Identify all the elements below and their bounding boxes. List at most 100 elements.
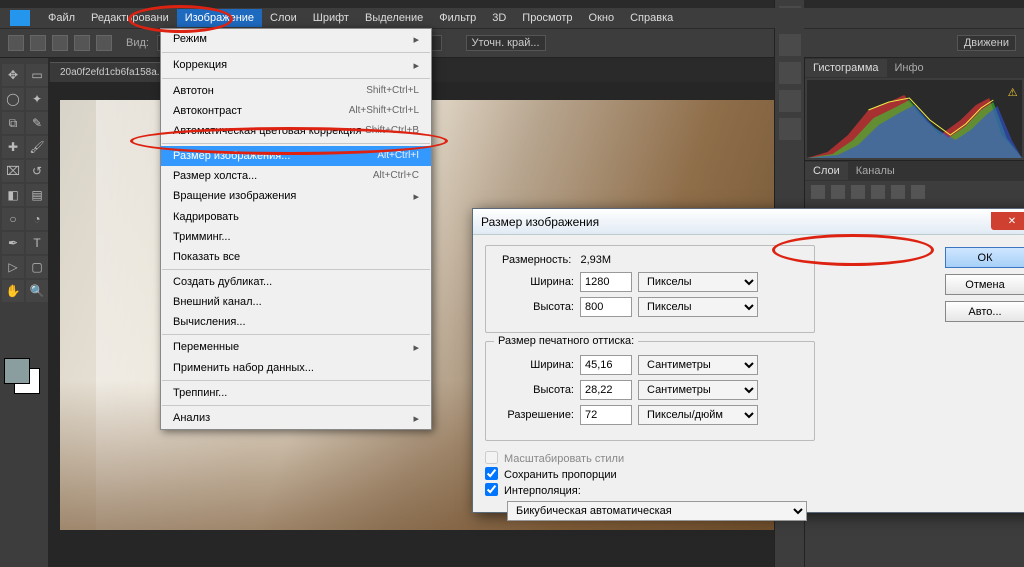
pen-tool[interactable]: ✒ <box>2 232 24 254</box>
image-size-dialog: Размер изображения ✕ Размерность: 2,93M … <box>472 208 1024 513</box>
tab-histogram[interactable]: Гистограмма <box>805 59 887 77</box>
close-icon[interactable]: ✕ <box>991 212 1024 230</box>
menu-item[interactable]: Переменные <box>161 337 431 358</box>
px-width-unit[interactable]: Пикселы <box>638 272 758 292</box>
ok-button[interactable]: ОК <box>945 247 1024 268</box>
svg-text:⚠: ⚠ <box>1008 87 1018 99</box>
wand-tool[interactable]: ✦ <box>26 88 48 110</box>
history-brush-tool[interactable]: ↺ <box>26 160 48 182</box>
tab-channels[interactable]: Каналы <box>848 162 903 180</box>
eraser-tool[interactable]: ◧ <box>2 184 24 206</box>
menu-item[interactable]: Автоматическая цветовая коррекцияShift+C… <box>161 121 431 141</box>
menu-help[interactable]: Справка <box>622 9 681 27</box>
dimension-value: 2,93M <box>581 254 612 266</box>
menu-layers[interactable]: Слои <box>262 9 305 27</box>
menu-item[interactable]: Треппинг... <box>161 383 431 403</box>
menu-item[interactable]: Вычисления... <box>161 312 431 332</box>
menu-view[interactable]: Просмотр <box>514 9 580 27</box>
print-height-label: Высота: <box>496 384 574 396</box>
px-height-input[interactable] <box>580 297 632 317</box>
zoom-tool[interactable]: 🔍 <box>26 280 48 302</box>
menu-item[interactable]: Кадрировать <box>161 207 431 227</box>
menu-select[interactable]: Выделение <box>357 9 431 27</box>
stamp-tool[interactable]: ⌧ <box>2 160 24 182</box>
document-tab[interactable]: 20a0f2efd1cb6fa158a... <box>50 62 175 82</box>
menu-window[interactable]: Окно <box>581 9 623 27</box>
menu-item[interactable]: Коррекция <box>161 55 431 76</box>
menu-item[interactable]: АвтотонShift+Ctrl+L <box>161 81 431 101</box>
menu-type[interactable]: Шрифт <box>305 9 357 27</box>
print-width-unit[interactable]: Сантиметры <box>638 355 758 375</box>
lasso-tool[interactable]: ◯ <box>2 88 24 110</box>
properties-icon[interactable] <box>779 62 801 84</box>
gradient-tool[interactable]: ▤ <box>26 184 48 206</box>
interp-select[interactable]: Бикубическая автоматическая <box>507 501 807 521</box>
paragraph-icon[interactable] <box>779 118 801 140</box>
menu-item[interactable]: Показать все <box>161 247 431 267</box>
filter-smart-icon[interactable] <box>911 185 925 199</box>
brush-tool[interactable]: 🖌 <box>26 136 48 158</box>
heal-tool[interactable]: ✚ <box>2 136 24 158</box>
motion-button[interactable]: Движени <box>957 35 1016 51</box>
print-height-unit[interactable]: Сантиметры <box>638 380 758 400</box>
menu-item[interactable]: Размер холста...Alt+Ctrl+C <box>161 166 431 186</box>
eyedropper-tool[interactable]: ✎ <box>26 112 48 134</box>
tool-preset-icon[interactable] <box>8 35 24 51</box>
print-height-input[interactable] <box>580 380 632 400</box>
menu-filter[interactable]: Фильтр <box>431 9 484 27</box>
filter-adjust-icon[interactable] <box>851 185 865 199</box>
hand-tool[interactable]: ✋ <box>2 280 24 302</box>
auto-button[interactable]: Авто... <box>945 301 1024 322</box>
menu-item[interactable]: Размер изображения...Alt+Ctrl+I <box>161 146 431 166</box>
print-legend: Размер печатного оттиска: <box>494 335 638 347</box>
menu-item[interactable]: Внешний канал... <box>161 292 431 312</box>
px-height-label: Высота: <box>496 301 574 313</box>
tab-info[interactable]: Инфо <box>887 59 932 77</box>
filter-type-icon[interactable] <box>871 185 885 199</box>
resolution-unit[interactable]: Пикселы/дюйм <box>638 405 758 425</box>
fg-color-swatch[interactable] <box>4 358 30 384</box>
menu-3d[interactable]: 3D <box>484 9 514 27</box>
menu-item[interactable]: Тримминг... <box>161 227 431 247</box>
marquee-sub-icon[interactable] <box>74 35 90 51</box>
menu-file[interactable]: Файл <box>40 9 83 27</box>
tab-layers[interactable]: Слои <box>805 162 848 180</box>
cancel-button[interactable]: Отмена <box>945 274 1024 295</box>
menu-item[interactable]: Создать дубликат... <box>161 272 431 292</box>
constrain-label: Сохранить пропорции <box>504 469 617 481</box>
marquee-tool[interactable]: ▭ <box>26 64 48 86</box>
menu-item[interactable]: Вращение изображения <box>161 186 431 207</box>
blur-tool[interactable]: ○ <box>2 208 24 230</box>
marquee-add-icon[interactable] <box>52 35 68 51</box>
interp-check[interactable] <box>485 483 498 496</box>
px-width-input[interactable] <box>580 272 632 292</box>
crop-tool[interactable]: ⧉ <box>2 112 24 134</box>
resolution-input[interactable] <box>580 405 632 425</box>
menu-item[interactable]: Применить набор данных... <box>161 358 431 378</box>
options-bar: Вид: Шир.: ⇄ Выс.: Уточн. край... Движен… <box>0 28 1024 58</box>
filter-kind-icon[interactable] <box>811 185 825 199</box>
ps-logo <box>10 10 30 26</box>
print-width-input[interactable] <box>580 355 632 375</box>
path-tool[interactable]: ▷ <box>2 256 24 278</box>
dodge-tool[interactable]: ◔ <box>26 208 48 230</box>
character-icon[interactable] <box>779 90 801 112</box>
view-label: Вид: <box>126 37 149 49</box>
shape-tool[interactable]: ▢ <box>26 256 48 278</box>
filter-pixel-icon[interactable] <box>831 185 845 199</box>
marquee-icon[interactable] <box>30 35 46 51</box>
actions-icon[interactable] <box>779 34 801 56</box>
menu-item[interactable]: АвтоконтрастAlt+Shift+Ctrl+L <box>161 101 431 121</box>
px-height-unit[interactable]: Пикселы <box>638 297 758 317</box>
menu-item[interactable]: Режим <box>161 29 431 50</box>
interp-label: Интерполяция: <box>504 485 581 497</box>
filter-shape-icon[interactable] <box>891 185 905 199</box>
refine-edge-button[interactable]: Уточн. край... <box>466 35 546 51</box>
menu-item[interactable]: Анализ <box>161 408 431 429</box>
menu-edit[interactable]: Редактировани <box>83 9 177 27</box>
marquee-int-icon[interactable] <box>96 35 112 51</box>
menu-image[interactable]: Изображение <box>177 9 262 27</box>
type-tool[interactable]: T <box>26 232 48 254</box>
move-tool[interactable]: ✥ <box>2 64 24 86</box>
constrain-check[interactable] <box>485 467 498 480</box>
